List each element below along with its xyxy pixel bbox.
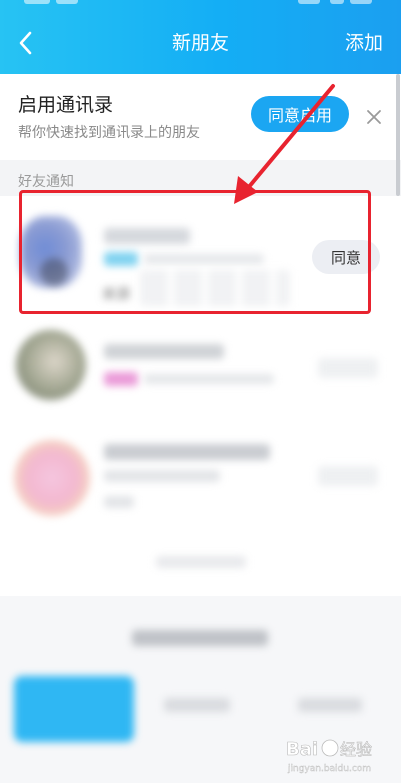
enable-contacts-card: 启用通讯录 帮你快速找到通讯录上的朋友 同意启用: [0, 74, 401, 160]
svg-text:经验: 经验: [340, 740, 372, 759]
action-placeholder: [318, 358, 378, 378]
name-placeholder: [104, 344, 224, 359]
header-bar: 新朋友 添加: [0, 0, 401, 74]
enable-contacts-subtitle: 帮你快速找到通讯录上的朋友: [18, 125, 200, 141]
status-bar: [0, 0, 401, 14]
detail-placeholder: [104, 496, 134, 508]
tab-placeholder: [164, 698, 230, 712]
new-friends-screen: 新朋友 添加 启用通讯录 帮你快速找到通讯录上的朋友 同意启用 好友通知 来源 …: [0, 0, 401, 783]
scroll-indicator[interactable]: [396, 74, 400, 196]
close-icon[interactable]: [365, 108, 383, 126]
avatar: [16, 330, 86, 400]
tab-placeholder: [298, 698, 362, 712]
add-button[interactable]: 添加: [345, 30, 383, 56]
svg-text:jingyan.baidu.com: jingyan.baidu.com: [287, 764, 371, 774]
enable-contacts-title: 启用通讯录: [18, 94, 114, 116]
action-placeholder: [318, 466, 378, 486]
baidu-logo-icon: Bai 经验 jingyan.baidu.com: [286, 739, 373, 775]
section-title-placeholder: [132, 630, 268, 646]
detail-placeholder: [144, 374, 274, 384]
more-placeholder: [156, 556, 246, 568]
tag-placeholder: [104, 372, 138, 386]
avatar: [14, 440, 90, 516]
tab-placeholder: [14, 676, 134, 742]
detail-placeholder: [104, 470, 220, 482]
friend-notifications-label: 好友通知: [18, 174, 74, 190]
page-title: 新朋友: [171, 32, 229, 54]
highlight-box: [19, 190, 371, 314]
agree-enable-button[interactable]: 同意启用: [251, 96, 349, 132]
svg-text:Bai: Bai: [286, 739, 318, 760]
baidu-watermark: Bai 经验 jingyan.baidu.com: [284, 733, 394, 777]
name-placeholder: [104, 444, 270, 460]
